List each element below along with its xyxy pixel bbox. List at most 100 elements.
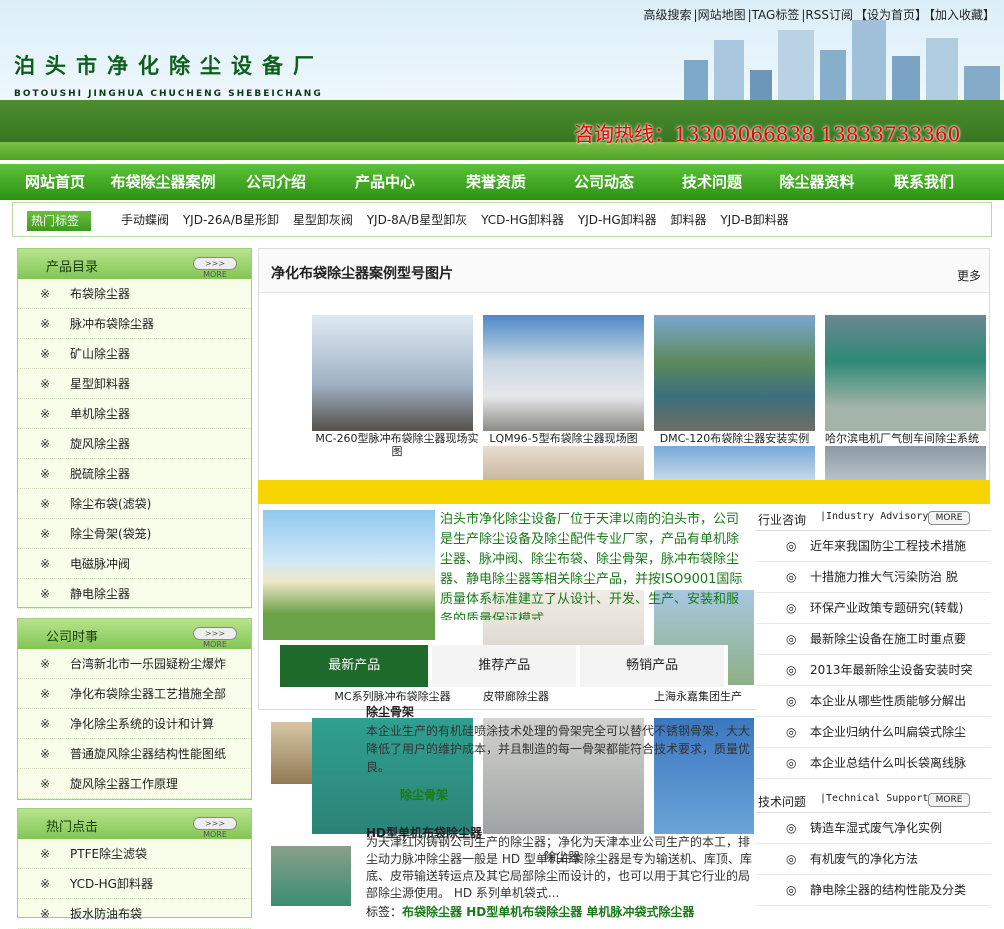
list-item[interactable]: ※ PTFE除尘滤袋 xyxy=(18,839,251,869)
list-item[interactable]: ※ 矿山除尘器 xyxy=(18,339,251,369)
logo-chinese[interactable]: 泊头市净化除尘设备厂 xyxy=(14,50,324,80)
list-item[interactable]: ※ 除尘骨架(袋笼) xyxy=(18,519,251,549)
product-catalog-title: 产品目录 xyxy=(46,260,99,275)
tag-link[interactable]: 星型卸灰阀 xyxy=(293,213,353,227)
list-item[interactable]: ※ 普通旋风除尘器结构性能图纸 xyxy=(18,739,251,769)
case-caption[interactable]: LQM96-5型布袋除尘器现场图 xyxy=(483,432,644,445)
case-image[interactable] xyxy=(654,315,815,431)
rss-link[interactable]: |RSS订阅 xyxy=(801,8,853,22)
list-item[interactable]: ◎ 有机废气的净化方法 xyxy=(756,844,991,875)
list-item[interactable]: ◎ 本企业归纳什么叫扁袋式除尘 xyxy=(756,717,991,748)
support-header: 技术问题 |Technical Support MORE xyxy=(756,787,991,813)
case-caption[interactable]: MC系列脉冲布袋除尘器 xyxy=(312,690,473,703)
more-button[interactable]: >>> MORE xyxy=(193,627,237,649)
nav-contact[interactable]: 联系我们 xyxy=(874,164,974,200)
case-image[interactable] xyxy=(483,446,644,480)
list-item[interactable]: ◎ 铸造车湿式废气净化实例 xyxy=(756,813,991,844)
nav-tech[interactable]: 技术问题 xyxy=(664,164,760,200)
sitemap-link[interactable]: |网站地图 xyxy=(694,8,746,22)
logo-english: BOTOUSHI JINGHUA CHUCHENG SHEBEICHANG xyxy=(14,89,323,99)
hot-clicks-title: 热门点击 xyxy=(46,820,99,835)
list-item[interactable]: ◎ 2013年最新除尘设备安装时突 xyxy=(756,655,991,686)
tag-link[interactable]: YJD-B卸料器 xyxy=(720,213,788,227)
product-name[interactable]: 除尘骨架 xyxy=(400,786,448,803)
case-image[interactable] xyxy=(825,315,986,431)
advanced-search-link[interactable]: 高级搜索 xyxy=(644,8,692,22)
tag-link[interactable]: YCD-HG卸料器 xyxy=(481,213,564,227)
case-caption[interactable]: MC-260型脉冲布袋除尘器现场实图 xyxy=(312,432,482,458)
list-item[interactable]: ◎ 本企业总结什么叫长袋离线脉 xyxy=(756,748,991,779)
case-caption[interactable]: DMC-120布袋除尘器安装实例 xyxy=(654,432,815,445)
product-name[interactable]: 除尘骨架 xyxy=(366,703,414,720)
hotline-text: 咨询热线：13303066838 13833733360 xyxy=(574,122,961,146)
right-column: 行业咨询 |Industry Advisory MORE ◎ 近年来我国防尘工程技… xyxy=(756,505,991,913)
case-image[interactable] xyxy=(654,446,815,480)
company-news-box: 公司时事 >>> MORE ※ 台湾新北市一乐园疑粉尘爆炸 ※ 净化布袋除尘器工艺措施… xyxy=(17,618,252,800)
list-item[interactable]: ※ 净化除尘系统的设计和计算 xyxy=(18,709,251,739)
tag-link[interactable]: YJD-26A/B星形卸 xyxy=(183,213,279,227)
list-item[interactable]: ※ 旋风除尘器 xyxy=(18,429,251,459)
nav-materials[interactable]: 除尘器资料 xyxy=(760,164,874,200)
case-caption[interactable]: 皮带廊除尘器 xyxy=(483,690,644,703)
tag-link[interactable]: YJD-8A/B星型卸灰 xyxy=(367,213,468,227)
advisory-subtitle: |Industry Advisory xyxy=(820,511,929,522)
add-favorite-link[interactable]: 【加入收藏】 xyxy=(929,8,995,22)
list-item[interactable]: ※ 电磁脉冲阀 xyxy=(18,549,251,579)
nav-news[interactable]: 公司动态 xyxy=(544,164,664,200)
advisory-title: 行业咨询 xyxy=(758,513,807,527)
list-item[interactable]: ◎ 十措施力推大气污染防治 脱 xyxy=(756,562,991,593)
case-image[interactable] xyxy=(483,315,644,431)
tab-latest[interactable]: 最新产品 xyxy=(280,645,433,687)
factory-photo[interactable] xyxy=(263,510,435,640)
case-caption[interactable]: 哈尔滨电机厂气刨车间除尘系统 xyxy=(825,432,995,445)
list-item[interactable]: ※ 单机除尘器 xyxy=(18,399,251,429)
nav-about[interactable]: 公司介绍 xyxy=(230,164,322,200)
case-image[interactable] xyxy=(825,446,986,480)
list-item[interactable]: ※ 脉冲布袋除尘器 xyxy=(18,309,251,339)
product-image[interactable] xyxy=(271,846,351,906)
product-tags-label: 标签：布袋除尘器 HD型单机布袋除尘器 单机脉冲袋式除尘器 xyxy=(366,905,695,919)
list-item[interactable]: ※ 布袋除尘器 xyxy=(18,279,251,309)
tag-link[interactable]: YJD-HG卸料器 xyxy=(578,213,657,227)
more-button[interactable]: >>> MORE xyxy=(193,257,237,279)
nav-home[interactable]: 网站首页 xyxy=(14,164,96,200)
nav-products[interactable]: 产品中心 xyxy=(322,164,448,200)
case-more-link[interactable]: 更多 xyxy=(957,267,981,284)
list-item[interactable]: ◎ 静电除尘器的结构性能及分类 xyxy=(756,875,991,906)
list-item[interactable]: ※ 静电除尘器 xyxy=(18,579,251,609)
list-item[interactable]: ※ 星型卸料器 xyxy=(18,369,251,399)
list-item[interactable]: ◎ 环保产业政策专题研究(转载) xyxy=(756,593,991,624)
list-item[interactable]: ※ 净化布袋除尘器工艺措施全部 xyxy=(18,679,251,709)
list-item[interactable]: ※ 台湾新北市一乐园疑粉尘爆炸 xyxy=(18,649,251,679)
nav-honors[interactable]: 荣誉资质 xyxy=(448,164,544,200)
product-desc: 为天津红冈铸钢公司生产的除尘器；净化为天津本业公司生产的本工，排尘动力脉冲除尘器… xyxy=(366,835,752,900)
product-catalog-box: 产品目录 >>> MORE ※ 布袋除尘器 ※ 脉冲布袋除尘器 ※ 矿山除尘器 ※ 星型卸… xyxy=(17,248,252,609)
more-button[interactable]: MORE xyxy=(928,793,970,807)
list-item[interactable]: ◎ 最新除尘设备在施工时重点要 xyxy=(756,624,991,655)
product-tabs: 最新产品 推荐产品 畅销产品 xyxy=(280,645,728,687)
tag-link[interactable]: 手动蝶阀 xyxy=(121,213,169,227)
list-item[interactable]: ◎ 本企业从哪些性质能够分解出 xyxy=(756,686,991,717)
set-homepage-link[interactable]: 【设为首页】 xyxy=(855,8,927,22)
case-title: 净化布袋除尘器案例型号图片 xyxy=(271,266,453,282)
case-caption[interactable]: 上海永嘉集团生产 xyxy=(654,690,756,703)
tag-link[interactable]: 卸料器 xyxy=(670,213,706,227)
list-item[interactable]: ※ 除尘布袋(滤袋) xyxy=(18,489,251,519)
list-item[interactable]: ※ YCD-HG卸料器 xyxy=(18,869,251,899)
list-item[interactable]: ※ 旋风除尘器工作原理 xyxy=(18,769,251,799)
support-title: 技术问题 xyxy=(758,795,807,809)
advisory-header: 行业咨询 |Industry Advisory MORE xyxy=(756,505,991,531)
product-desc: 本企业生产的有机硅喷涂技术处理的骨架完全可以替代不锈钢骨架，大大降低了用户的维护… xyxy=(366,724,750,774)
case-image[interactable] xyxy=(312,315,473,431)
tag-link[interactable]: |TAG标签 xyxy=(748,8,800,22)
tab-bestselling[interactable]: 畅销产品 xyxy=(580,645,728,687)
tab-recommended[interactable]: 推荐产品 xyxy=(432,645,581,687)
list-item[interactable]: ◎ 近年来我国防尘工程技术措施 xyxy=(756,531,991,562)
list-item[interactable]: ※ 扳水防油布袋 xyxy=(18,899,251,929)
hot-clicks-box: 热门点击 >>> MORE ※ PTFE除尘滤袋 ※ YCD-HG卸料器 ※ 扳水防油布… xyxy=(17,808,252,929)
list-item[interactable]: ※ 脱硫除尘器 xyxy=(18,459,251,489)
more-button[interactable]: >>> MORE xyxy=(193,817,237,839)
more-button[interactable]: MORE xyxy=(928,511,970,525)
nav-cases[interactable]: 布袋除尘器案例 xyxy=(96,164,230,200)
support-subtitle: |Technical Support xyxy=(820,793,929,804)
